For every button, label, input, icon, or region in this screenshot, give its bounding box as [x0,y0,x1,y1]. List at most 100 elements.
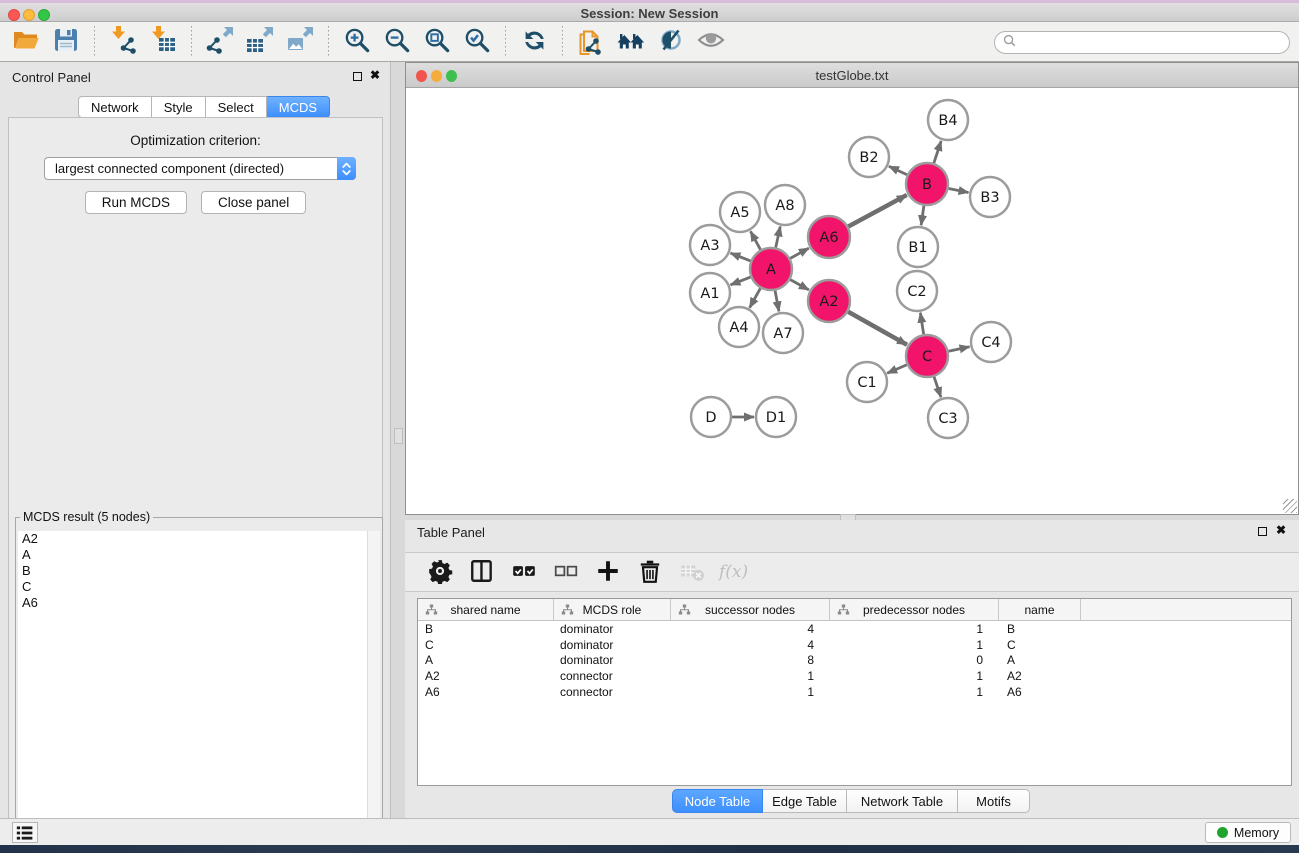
first-neighbors-button[interactable] [614,25,648,59]
table-tabs: Node TableEdge TableNetwork TableMotifs [672,789,1030,813]
table-row[interactable]: Cdominator41C [418,637,1291,653]
export-network-icon [205,25,235,58]
select-all-button[interactable] [507,555,541,589]
table-row[interactable]: A6connector11A6 [418,684,1291,700]
network-window-titlebar[interactable]: testGlobe.txt [406,63,1298,88]
open-session-button[interactable] [9,25,43,59]
node-label-D: D [705,410,716,426]
export-image-button[interactable] [283,25,317,59]
column-header-predecessor-nodes[interactable]: predecessor nodes [830,599,999,620]
mcds-result-item[interactable]: A6 [18,595,380,611]
tab-mcds[interactable]: MCDS [267,96,330,118]
edge-C-C2[interactable] [920,313,923,335]
add-row-button[interactable] [591,555,625,589]
edge-C-C1[interactable] [887,365,907,374]
node-label-A6: A6 [819,230,838,246]
tab-network[interactable]: Network [78,96,152,118]
import-table-button[interactable] [146,25,180,59]
close-panel-icon[interactable]: ✖ [370,68,380,82]
table-row[interactable]: Adominator80A [418,653,1291,669]
app-titlebar[interactable]: Session: New Session [0,3,1299,22]
deselect-all-button[interactable] [549,555,583,589]
result-list-scrollbar[interactable] [367,531,380,845]
mcds-result-item[interactable]: B [18,563,380,579]
node-label-B4: B4 [938,113,957,129]
node-label-A1: A1 [700,286,719,302]
resize-grip-icon[interactable] [1283,499,1297,513]
network-canvas[interactable]: AA1A2A3A4A5A6A7A8BB1B2B3B4CC1C2C3C4DD1 [406,88,1298,514]
run-mcds-button[interactable]: Run MCDS [85,191,187,214]
column-browse-button[interactable] [465,555,499,589]
edge-A-A8[interactable] [776,226,781,247]
edge-A-A3[interactable] [730,253,750,261]
show-hide-button[interactable] [694,25,728,59]
optimization-select[interactable]: largest connected component (directed) [44,157,356,180]
float-panel-icon[interactable] [353,72,362,81]
edge-A-A1[interactable] [730,277,750,285]
import-network-button[interactable] [106,25,140,59]
network-from-selection-button[interactable] [574,25,608,59]
edge-B-B4[interactable] [934,141,941,163]
hide-labels-icon [656,25,686,58]
tab-select[interactable]: Select [206,96,267,118]
zoom-fit-button[interactable] [420,25,454,59]
add-row-icon [595,558,621,587]
mcds-result-item[interactable]: A [18,547,380,563]
edge-A-A6[interactable] [790,248,809,258]
optimization-criterion-label: Optimization criterion: [9,133,382,148]
edge-A-A5[interactable] [751,231,761,249]
tab-motifs[interactable]: Motifs [958,789,1030,813]
task-history-button[interactable] [12,822,38,843]
edge-B-B3[interactable] [949,188,969,192]
table-panel-title: Table Panel [417,525,485,540]
table-row[interactable]: A2connector11A2 [418,668,1291,684]
memory-button[interactable]: Memory [1205,822,1291,843]
edge-A2-C[interactable] [848,312,907,345]
hide-labels-button[interactable] [654,25,688,59]
network-from-selection-icon [576,25,606,58]
close-panel-button[interactable]: Close panel [201,191,306,214]
cell-shared-name: A2 [418,669,554,683]
table-row[interactable]: Bdominator41B [418,621,1291,637]
edge-A-A7[interactable] [775,291,779,312]
zoom-in-button[interactable] [340,25,374,59]
settings-gear-button[interactable] [423,555,457,589]
edge-B-B2[interactable] [889,166,907,174]
mcds-result-item[interactable]: A2 [18,531,380,547]
delete-row-button[interactable] [633,555,667,589]
function-builder-icon[interactable]: f(x) [719,562,748,582]
tab-node-table[interactable]: Node Table [672,789,763,813]
tab-network-table[interactable]: Network Table [847,789,958,813]
column-header-MCDS-role[interactable]: MCDS role [554,599,671,620]
list-icon [17,826,33,839]
save-session-button[interactable] [49,25,83,59]
close-table-panel-icon[interactable]: ✖ [1276,523,1286,537]
refresh-button[interactable] [517,25,551,59]
edge-C-C4[interactable] [948,347,969,352]
select-all-icon [511,558,537,587]
edge-A-A2[interactable] [790,280,809,290]
column-header-successor-nodes[interactable]: successor nodes [671,599,830,620]
edge-C-C3[interactable] [934,377,941,397]
tab-edge-table[interactable]: Edge Table [763,789,847,813]
node-label-C: C [922,349,932,365]
split-divider-handle-left[interactable] [394,428,403,444]
tab-style[interactable]: Style [152,96,206,118]
export-table-button[interactable] [243,25,277,59]
zoom-out-button[interactable] [380,25,414,59]
edge-A6-B[interactable] [848,195,906,227]
save-session-icon [51,25,81,58]
export-network-button[interactable] [203,25,237,59]
search-input[interactable] [1021,35,1281,51]
select-stepper-icon [337,157,356,180]
column-header-shared-name[interactable]: shared name [418,599,554,620]
edge-B-B1[interactable] [921,206,924,225]
mcds-result-item[interactable]: C [18,579,380,595]
column-header-name[interactable]: name [999,599,1081,620]
zoom-selected-button[interactable] [460,25,494,59]
node-table: shared nameMCDS rolesuccessor nodesprede… [417,598,1292,786]
search-field[interactable] [994,31,1290,54]
edge-A-A4[interactable] [750,288,761,307]
node-label-A8: A8 [775,198,794,214]
float-table-panel-icon[interactable] [1258,527,1267,536]
